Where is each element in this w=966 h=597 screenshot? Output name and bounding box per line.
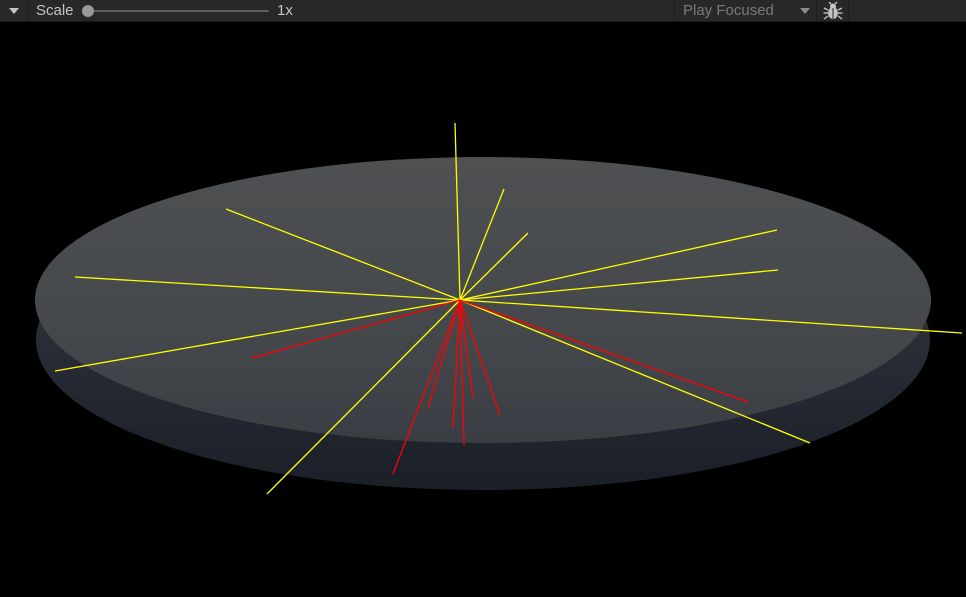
bug-button[interactable] bbox=[817, 0, 848, 22]
scene-render bbox=[35, 122, 963, 495]
scale-label: Scale bbox=[36, 2, 74, 19]
play-mode-selected: Play Focused bbox=[683, 2, 774, 19]
scale-slider-thumb[interactable] bbox=[82, 5, 94, 17]
disc-top bbox=[35, 157, 931, 443]
toolbar-divider bbox=[28, 0, 29, 22]
scale-slider-track[interactable] bbox=[86, 10, 269, 12]
view-menu-dropdown[interactable] bbox=[0, 0, 28, 22]
bug-icon bbox=[823, 2, 842, 20]
scale-value: 1x bbox=[277, 2, 293, 19]
triangle-down-icon bbox=[9, 8, 19, 14]
toolbar-divider bbox=[848, 0, 849, 22]
play-mode-dropdown[interactable]: Play Focused bbox=[675, 0, 816, 22]
chevron-down-icon bbox=[800, 8, 810, 14]
game-viewport[interactable] bbox=[0, 23, 966, 592]
game-view-toolbar: Scale 1x Play Focused bbox=[0, 0, 966, 22]
